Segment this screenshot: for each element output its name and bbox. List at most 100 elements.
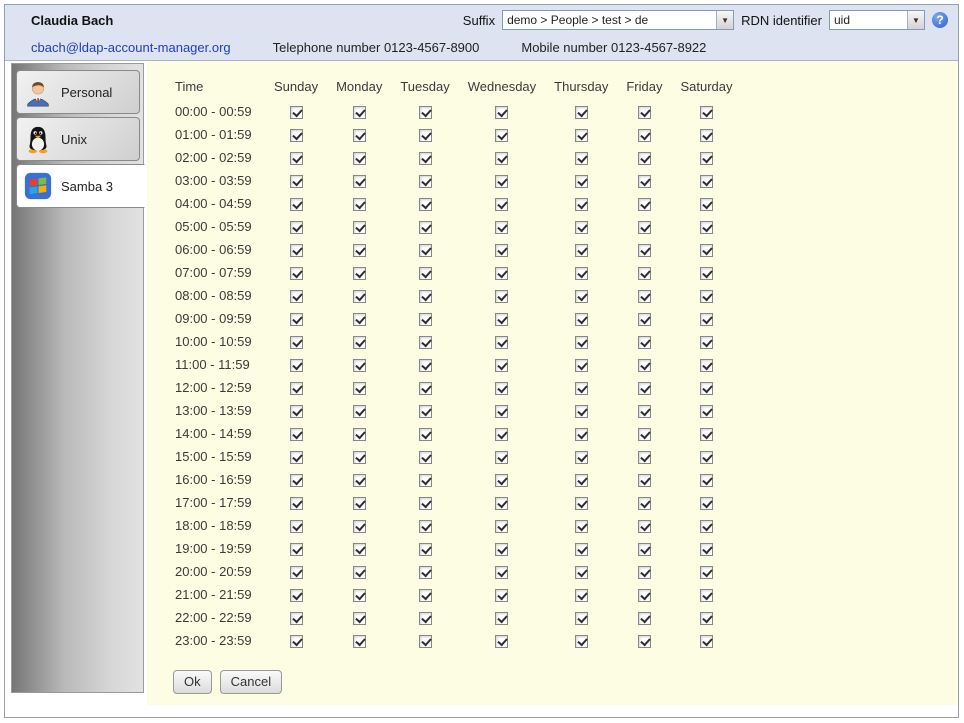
hour-checkbox[interactable]	[700, 152, 713, 165]
hour-checkbox[interactable]	[638, 198, 651, 211]
hour-checkbox[interactable]	[353, 198, 366, 211]
hour-checkbox[interactable]	[575, 382, 588, 395]
hour-checkbox[interactable]	[419, 474, 432, 487]
hour-checkbox[interactable]	[419, 589, 432, 602]
hour-checkbox[interactable]	[638, 221, 651, 234]
hour-checkbox[interactable]	[419, 175, 432, 188]
hour-checkbox[interactable]	[495, 382, 508, 395]
hour-checkbox[interactable]	[700, 497, 713, 510]
tab-samba3[interactable]: Samba 3	[16, 164, 145, 208]
hour-checkbox[interactable]	[575, 244, 588, 257]
hour-checkbox[interactable]	[638, 612, 651, 625]
hour-checkbox[interactable]	[353, 106, 366, 119]
hour-checkbox[interactable]	[353, 175, 366, 188]
hour-checkbox[interactable]	[495, 336, 508, 349]
hour-checkbox[interactable]	[419, 566, 432, 579]
hour-checkbox[interactable]	[700, 566, 713, 579]
hour-checkbox[interactable]	[495, 244, 508, 257]
hour-checkbox[interactable]	[290, 244, 303, 257]
hour-checkbox[interactable]	[353, 290, 366, 303]
hour-checkbox[interactable]	[353, 543, 366, 556]
hour-checkbox[interactable]	[575, 359, 588, 372]
hour-checkbox[interactable]	[353, 497, 366, 510]
hour-checkbox[interactable]	[353, 474, 366, 487]
hour-checkbox[interactable]	[353, 152, 366, 165]
hour-checkbox[interactable]	[353, 221, 366, 234]
hour-checkbox[interactable]	[700, 359, 713, 372]
hour-checkbox[interactable]	[419, 221, 432, 234]
hour-checkbox[interactable]	[575, 428, 588, 441]
hour-checkbox[interactable]	[700, 106, 713, 119]
hour-checkbox[interactable]	[290, 497, 303, 510]
hour-checkbox[interactable]	[700, 589, 713, 602]
hour-checkbox[interactable]	[575, 405, 588, 418]
hour-checkbox[interactable]	[353, 267, 366, 280]
hour-checkbox[interactable]	[495, 520, 508, 533]
hour-checkbox[interactable]	[419, 382, 432, 395]
hour-checkbox[interactable]	[575, 589, 588, 602]
hour-checkbox[interactable]	[700, 290, 713, 303]
hour-checkbox[interactable]	[700, 129, 713, 142]
hour-checkbox[interactable]	[700, 405, 713, 418]
hour-checkbox[interactable]	[290, 106, 303, 119]
hour-checkbox[interactable]	[700, 635, 713, 648]
hour-checkbox[interactable]	[575, 566, 588, 579]
hour-checkbox[interactable]	[353, 520, 366, 533]
hour-checkbox[interactable]	[700, 428, 713, 441]
hour-checkbox[interactable]	[290, 175, 303, 188]
hour-checkbox[interactable]	[700, 313, 713, 326]
hour-checkbox[interactable]	[700, 382, 713, 395]
hour-checkbox[interactable]	[353, 612, 366, 625]
hour-checkbox[interactable]	[495, 474, 508, 487]
hour-checkbox[interactable]	[575, 635, 588, 648]
hour-checkbox[interactable]	[575, 175, 588, 188]
hour-checkbox[interactable]	[290, 152, 303, 165]
hour-checkbox[interactable]	[419, 543, 432, 556]
hour-checkbox[interactable]	[495, 543, 508, 556]
hour-checkbox[interactable]	[419, 290, 432, 303]
hour-checkbox[interactable]	[419, 497, 432, 510]
hour-checkbox[interactable]	[700, 612, 713, 625]
hour-checkbox[interactable]	[419, 451, 432, 464]
hour-checkbox[interactable]	[290, 198, 303, 211]
hour-checkbox[interactable]	[353, 635, 366, 648]
hour-checkbox[interactable]	[575, 290, 588, 303]
hour-checkbox[interactable]	[700, 451, 713, 464]
hour-checkbox[interactable]	[638, 267, 651, 280]
hour-checkbox[interactable]	[353, 359, 366, 372]
hour-checkbox[interactable]	[290, 635, 303, 648]
hour-checkbox[interactable]	[290, 543, 303, 556]
hour-checkbox[interactable]	[638, 290, 651, 303]
hour-checkbox[interactable]	[419, 198, 432, 211]
hour-checkbox[interactable]	[290, 612, 303, 625]
hour-checkbox[interactable]	[638, 405, 651, 418]
email-link[interactable]: cbach@ldap-account-manager.org	[31, 40, 231, 55]
hour-checkbox[interactable]	[638, 175, 651, 188]
hour-checkbox[interactable]	[638, 244, 651, 257]
hour-checkbox[interactable]	[419, 405, 432, 418]
hour-checkbox[interactable]	[575, 451, 588, 464]
hour-checkbox[interactable]	[353, 589, 366, 602]
hour-checkbox[interactable]	[495, 589, 508, 602]
hour-checkbox[interactable]	[638, 313, 651, 326]
hour-checkbox[interactable]	[495, 313, 508, 326]
hour-checkbox[interactable]	[419, 359, 432, 372]
hour-checkbox[interactable]	[495, 267, 508, 280]
hour-checkbox[interactable]	[495, 152, 508, 165]
hour-checkbox[interactable]	[353, 129, 366, 142]
hour-checkbox[interactable]	[638, 129, 651, 142]
hour-checkbox[interactable]	[495, 106, 508, 119]
tab-unix[interactable]: Unix	[16, 117, 140, 161]
hour-checkbox[interactable]	[419, 612, 432, 625]
hour-checkbox[interactable]	[353, 405, 366, 418]
hour-checkbox[interactable]	[700, 221, 713, 234]
hour-checkbox[interactable]	[495, 405, 508, 418]
hour-checkbox[interactable]	[353, 336, 366, 349]
hour-checkbox[interactable]	[575, 336, 588, 349]
hour-checkbox[interactable]	[290, 566, 303, 579]
hour-checkbox[interactable]	[638, 589, 651, 602]
chevron-down-icon[interactable]: ▼	[716, 11, 733, 29]
ok-button[interactable]: Ok	[173, 670, 212, 694]
cancel-button[interactable]: Cancel	[220, 670, 282, 694]
hour-checkbox[interactable]	[700, 474, 713, 487]
